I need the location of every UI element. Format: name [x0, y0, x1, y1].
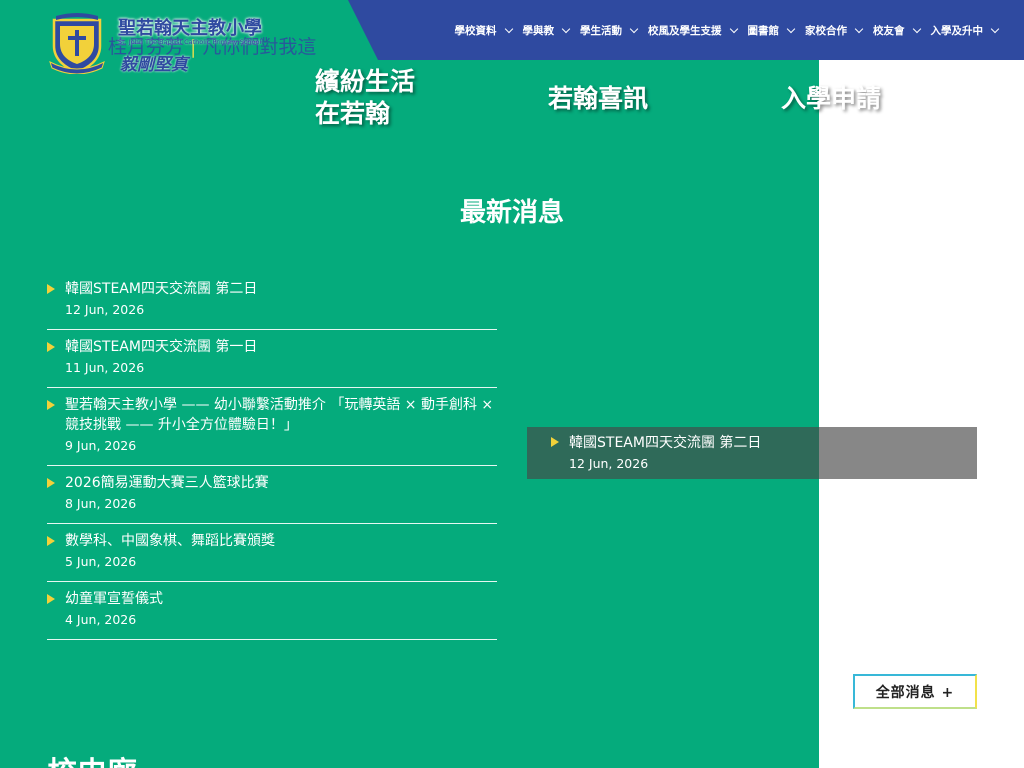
- feature-link-colorful-life[interactable]: 繽紛生活 在若翰: [315, 66, 415, 130]
- news-item-date: 8 Jun, 2026: [65, 496, 137, 511]
- school-name-english: St. John The Baptist Catholic Primary Sc…: [118, 38, 262, 46]
- news-item-title: 韓國STEAM四天交流團 第一日: [65, 339, 258, 355]
- news-item[interactable]: 韓國STEAM四天交流團 第一日 11 Jun, 2026: [47, 330, 497, 388]
- chevron-down-icon: [504, 24, 513, 33]
- bullet-triangle-icon: [47, 284, 55, 294]
- feature-link-line: 在若翰: [315, 99, 391, 128]
- main-nav: 學校資料 學與教 學生活動 校風及學生支援 圖書館 家校合作 校友會 入學及升中: [444, 0, 1000, 60]
- nav-item-label: 圖書館: [747, 24, 780, 37]
- bullet-triangle-icon: [47, 594, 55, 604]
- news-item[interactable]: 數學科、中國象棋、舞蹈比賽頒獎 5 Jun, 2026: [47, 524, 497, 582]
- featured-news-date: 12 Jun, 2026: [569, 456, 649, 471]
- all-news-button[interactable]: 全部消息 +: [853, 674, 977, 709]
- nav-item-label: 學與教: [522, 24, 555, 37]
- news-item[interactable]: 韓國STEAM四天交流團 第二日 12 Jun, 2026: [47, 272, 497, 330]
- nav-item-school-info[interactable]: 學校資料: [454, 23, 513, 38]
- news-item-date: 12 Jun, 2026: [65, 302, 145, 317]
- nav-item-label: 校風及學生支援: [648, 24, 722, 37]
- chevron-down-icon: [561, 24, 571, 33]
- news-item[interactable]: 幼童軍宣誓儀式 4 Jun, 2026: [47, 582, 497, 640]
- news-item-date: 4 Jun, 2026: [65, 612, 137, 627]
- featured-news-title: 韓國STEAM四天交流團 第二日: [569, 435, 762, 451]
- bullet-triangle-icon: [47, 536, 55, 546]
- nav-item-admission[interactable]: 入學及升中: [930, 23, 1000, 38]
- chevron-down-icon: [854, 24, 864, 33]
- nav-item-alumni[interactable]: 校友會: [873, 23, 921, 38]
- news-item[interactable]: 2026簡易運動大賽三人籃球比賽 8 Jun, 2026: [47, 466, 497, 524]
- news-item-title: 聖若翰天主教小學 —— 幼小聯繫活動推介 「玩轉英語 × 動手創科 × 競技挑戰…: [65, 397, 494, 433]
- chevron-down-icon: [990, 24, 1000, 33]
- bullet-triangle-icon: [47, 400, 55, 410]
- nav-item-student-support[interactable]: 校風及學生支援: [648, 23, 738, 38]
- featured-news-card[interactable]: 韓國STEAM四天交流團 第二日 12 Jun, 2026: [527, 427, 977, 479]
- feature-link-admission[interactable]: 入學申請: [781, 83, 881, 115]
- news-list: 韓國STEAM四天交流團 第二日 12 Jun, 2026 韓國STEAM四天交…: [47, 272, 497, 640]
- news-item-title: 幼童軍宣誓儀式: [65, 591, 163, 607]
- feature-link-good-news[interactable]: 若翰喜訊: [548, 83, 648, 115]
- school-logo[interactable]: 聖若翰天主教小學 St. John The Baptist Catholic P…: [46, 12, 286, 75]
- chevron-down-icon: [912, 24, 921, 33]
- nav-item-label: 學生活動: [580, 24, 622, 37]
- news-item-date: 9 Jun, 2026: [65, 438, 137, 453]
- news-item[interactable]: 聖若翰天主教小學 —— 幼小聯繫活動推介 「玩轉英語 × 動手創科 × 競技挑戰…: [47, 388, 497, 466]
- nav-item-label: 學校資料: [454, 24, 497, 37]
- bullet-triangle-icon: [47, 342, 55, 352]
- nav-item-library[interactable]: 圖書館: [747, 23, 796, 38]
- school-crest-icon: [49, 13, 105, 74]
- chevron-down-icon: [729, 24, 738, 33]
- news-item-date: 11 Jun, 2026: [65, 360, 145, 375]
- bullet-triangle-icon: [551, 437, 559, 447]
- nav-item-label: 家校合作: [805, 24, 847, 37]
- bullet-triangle-icon: [47, 478, 55, 488]
- chevron-down-icon: [629, 24, 639, 33]
- news-section-title: 最新消息: [459, 198, 564, 228]
- nav-item-student-activities[interactable]: 學生活動: [580, 23, 639, 38]
- school-name: 聖若翰天主教小學: [118, 18, 262, 39]
- top-bar: 桂月芬芳 | 凡你們對我這 聖若翰天主教小學 St. John The Baptis…: [0, 0, 1024, 75]
- news-item-date: 5 Jun, 2026: [65, 554, 137, 569]
- news-item-title: 韓國STEAM四天交流團 第二日: [65, 281, 258, 297]
- nav-item-home-school[interactable]: 家校合作: [805, 23, 864, 38]
- nav-item-learning-teaching[interactable]: 學與教: [522, 23, 571, 38]
- feature-link-line: 繽紛生活: [315, 67, 416, 96]
- nav-item-label: 校友會: [873, 24, 905, 37]
- news-item-title: 2026簡易運動大賽三人籃球比賽: [65, 475, 269, 491]
- nav-item-label: 入學及升中: [930, 24, 984, 37]
- school-motto: 毅剛堅真: [120, 55, 188, 75]
- news-item-title: 數學科、中國象棋、舞蹈比賽頒獎: [65, 533, 275, 549]
- history-section-title: 校史廊: [47, 748, 137, 768]
- chevron-down-icon: [786, 24, 796, 33]
